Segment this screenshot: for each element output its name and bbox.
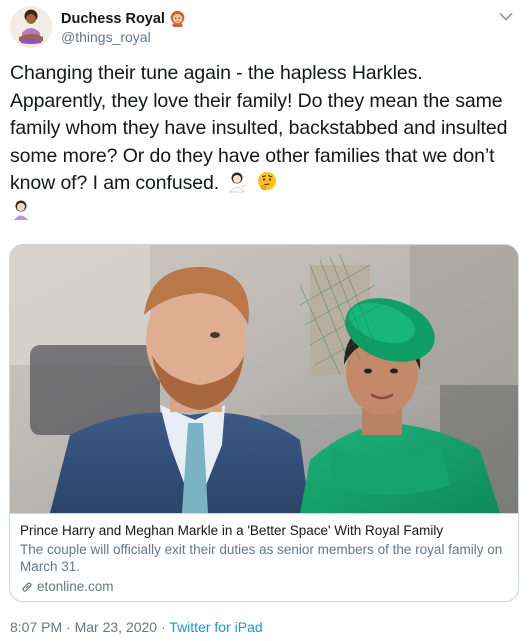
author-name-text: Duchess Royal [61, 10, 165, 27]
author-name[interactable]: Duchess Royal [61, 10, 186, 27]
woman-tipping-hand-icon [229, 172, 247, 193]
chevron-down-icon[interactable] [497, 8, 515, 26]
card-title[interactable]: Prince Harry and Meghan Markle in a 'Bet… [20, 522, 508, 539]
link-card[interactable]: Prince Harry and Meghan Markle in a 'Bet… [9, 244, 519, 602]
tweet: Duchess Royal @things_royal Changing the… [0, 0, 529, 641]
tweet-date[interactable]: Mar 23, 2020 [75, 619, 158, 635]
tweet-meta: 8:07 PM · Mar 23, 2020 · Twitter for iPa… [10, 619, 263, 635]
card-domain[interactable]: etonline.com [20, 578, 508, 595]
meta-separator: · [66, 619, 71, 635]
card-info[interactable]: Prince Harry and Meghan Markle in a 'Bet… [10, 513, 518, 601]
red-haired-woman-emoji-icon [170, 10, 185, 27]
thinking-face-icon [257, 172, 276, 191]
author-handle[interactable]: @things_royal [61, 29, 151, 45]
woman-facepalming-icon [14, 200, 28, 220]
avatar[interactable] [10, 6, 52, 48]
card-domain-text: etonline.com [37, 579, 114, 594]
meta-separator: · [160, 619, 166, 635]
card-photo [10, 245, 518, 513]
meditating-woman-avatar-icon [10, 6, 52, 48]
tweet-text: Changing their tune again - the hapless … [10, 60, 515, 226]
card-image[interactable] [10, 245, 518, 513]
tweet-source[interactable]: Twitter for iPad [169, 619, 262, 635]
link-icon [22, 581, 32, 592]
tweet-time[interactable]: 8:07 PM [10, 619, 62, 635]
card-description: The couple will officially exit their du… [20, 542, 503, 574]
